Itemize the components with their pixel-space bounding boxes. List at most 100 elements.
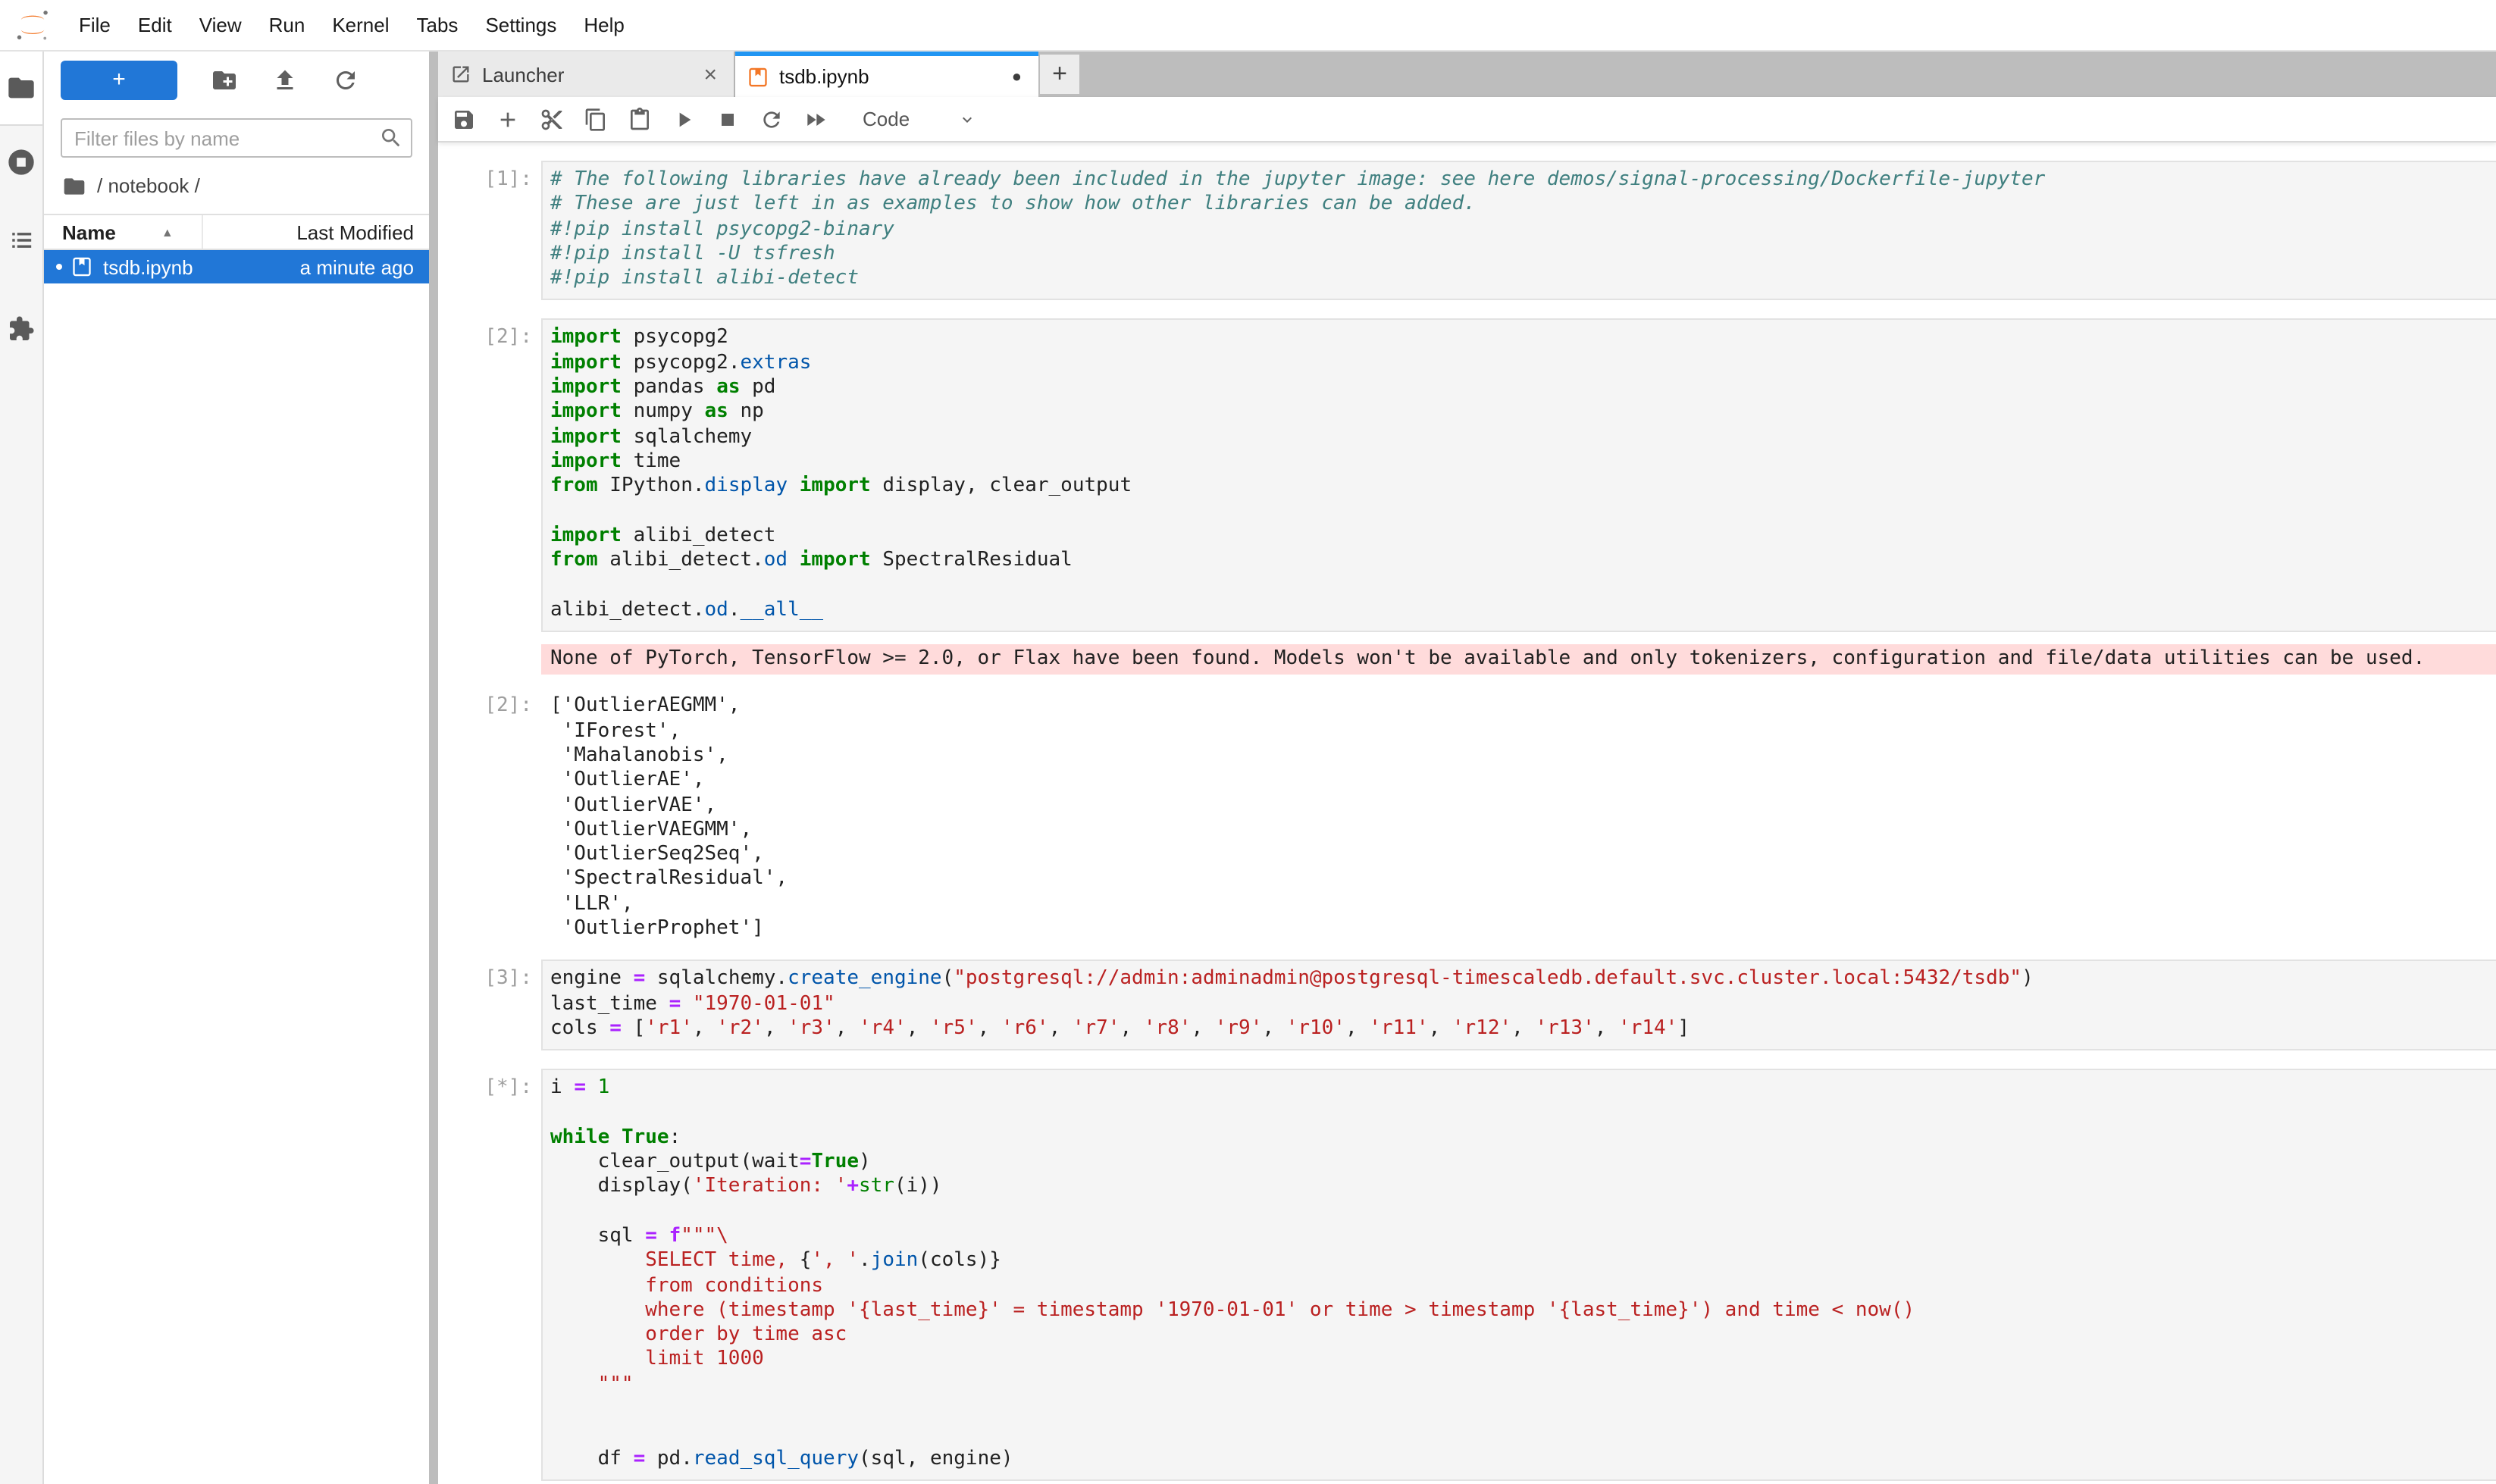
code-line	[550, 1200, 2496, 1225]
run-icon[interactable]	[672, 107, 696, 131]
save-icon[interactable]	[452, 107, 476, 131]
activity-bar	[0, 52, 44, 1484]
tab-tsdb-ipynb[interactable]: tsdb.ipynb ●	[735, 52, 1038, 97]
refresh-icon[interactable]	[332, 66, 359, 93]
stop-icon[interactable]	[716, 107, 740, 131]
file-name: tsdb.ipynb	[103, 255, 193, 278]
file-filter	[61, 118, 412, 158]
code-token: ,	[907, 1017, 930, 1040]
code-line	[550, 499, 2496, 524]
code-line: import numpy as np	[550, 401, 2496, 426]
code-line: # The following libraries have already b…	[550, 168, 2496, 193]
jupyter-logo-icon	[14, 6, 52, 44]
code-token: 'r13'	[1535, 1017, 1594, 1040]
code-token: str	[859, 1176, 894, 1198]
menu-item-file[interactable]: File	[65, 0, 124, 50]
running-kernels-icon[interactable]	[6, 147, 36, 177]
table-of-contents-icon[interactable]	[8, 227, 34, 253]
menu-item-run[interactable]: Run	[255, 0, 319, 50]
cell-editor[interactable]: import psycopg2import psycopg2.extrasimp…	[541, 319, 2496, 632]
code-line: from IPython.display import display, cle…	[550, 475, 2496, 500]
code-token: 'r4'	[859, 1017, 907, 1040]
breadcrumb-path: / notebook /	[97, 174, 200, 197]
cell-type-dropdown[interactable]: Code	[863, 108, 976, 130]
code-token: import	[550, 401, 622, 424]
restart-run-all-icon[interactable]	[803, 107, 828, 131]
tab-launcher[interactable]: Launcher ×	[438, 52, 735, 97]
column-header-last-modified[interactable]: Last Modified	[202, 215, 429, 249]
code-token: .	[728, 599, 741, 621]
code-token: psycopg2.	[622, 352, 741, 374]
filter-files-input[interactable]	[61, 118, 412, 158]
code-token: import	[550, 352, 622, 374]
code-token: (cols)}	[918, 1250, 1001, 1273]
code-line: alibi_detect.od.__all__	[550, 599, 2496, 624]
new-launcher-button[interactable]: +	[61, 60, 177, 99]
sort-ascending-icon: ▲	[161, 225, 174, 239]
add-cell-icon[interactable]	[496, 107, 520, 131]
main-dock-panel: Launcher × tsdb.ipynb ● +	[438, 52, 2496, 1484]
code-line	[550, 1398, 2496, 1423]
cell-input-row: [2]:import psycopg2import psycopg2.extra…	[438, 319, 2496, 632]
code-token: # These are just left in as examples to …	[550, 193, 1476, 216]
panel-resize-handle[interactable]	[429, 52, 438, 1484]
extensions-puzzle-icon[interactable]	[8, 315, 35, 343]
code-line: import psycopg2.extras	[550, 352, 2496, 377]
code-token: 'Iteration: '	[693, 1176, 847, 1198]
code-token: ', '	[811, 1250, 859, 1273]
code-token: #!pip install psycopg2-binary	[550, 218, 894, 240]
cell-editor[interactable]: engine = sqlalchemy.create_engine("postg…	[541, 960, 2496, 1051]
code-token: 'r12'	[1452, 1017, 1511, 1040]
code-line: import psycopg2	[550, 327, 2496, 352]
cell-editor[interactable]: i = 1 while True: clear_output(wait=True…	[541, 1069, 2496, 1481]
code-line: last_time = "1970-01-01"	[550, 992, 2496, 1017]
code-token: ,	[764, 1017, 788, 1040]
code-token: last_time	[550, 992, 669, 1015]
code-token: =	[800, 1151, 812, 1173]
code-token: import	[550, 450, 622, 473]
cut-icon[interactable]	[540, 107, 564, 131]
code-token: 'r2'	[716, 1017, 764, 1040]
code-token: create_engine	[788, 968, 942, 991]
column-header-name[interactable]: Name ▲	[44, 221, 202, 243]
notebook-cells: [1]: # The following libraries have alrea…	[438, 142, 2496, 1484]
cell-editor[interactable]: # The following libraries have already b…	[541, 161, 2496, 301]
new-folder-icon[interactable]	[211, 66, 238, 93]
file-list-header: Name ▲ Last Modified	[44, 214, 429, 250]
breadcrumb[interactable]: / notebook /	[44, 165, 429, 206]
restart-kernel-icon[interactable]	[759, 107, 784, 131]
cell-output-row: None of PyTorch, TensorFlow >= 2.0, or F…	[438, 644, 2496, 675]
code-token: 'r3'	[788, 1017, 835, 1040]
notebook-cell: [*]:i = 1 while True: clear_output(wait=…	[438, 1069, 2496, 1481]
chevron-down-icon	[958, 110, 976, 128]
menu-item-tabs[interactable]: Tabs	[403, 0, 472, 50]
file-row-tsdb-ipynb[interactable]: tsdb.ipynb a minute ago	[44, 250, 429, 283]
close-icon[interactable]: ×	[699, 61, 722, 87]
menu-item-view[interactable]: View	[186, 0, 255, 50]
copy-icon[interactable]	[584, 107, 608, 131]
paste-icon[interactable]	[628, 107, 652, 131]
cell-prompt: [1]:	[438, 161, 541, 301]
code-token: pd.	[645, 1447, 693, 1470]
sidebar-tab-file-browser[interactable]	[0, 52, 42, 126]
menu-item-edit[interactable]: Edit	[124, 0, 186, 50]
notebook-cell: [1]: # The following libraries have alrea…	[438, 161, 2496, 301]
cell-prompt: [3]:	[438, 960, 541, 1051]
code-token: import	[800, 475, 871, 498]
menu-item-settings[interactable]: Settings	[471, 0, 570, 50]
code-token: #!pip install alibi-detect	[550, 267, 859, 290]
code-token: 'r10'	[1286, 1017, 1345, 1040]
unsaved-dot-icon[interactable]: ●	[1007, 67, 1026, 86]
upload-icon[interactable]	[271, 66, 299, 93]
code-token: =	[574, 1076, 586, 1099]
new-tab-button[interactable]: +	[1040, 55, 1079, 94]
menu-item-help[interactable]: Help	[570, 0, 638, 50]
code-line: engine = sqlalchemy.create_engine("postg…	[550, 968, 2496, 993]
menu-item-kernel[interactable]: Kernel	[318, 0, 402, 50]
code-token: ,	[1511, 1017, 1535, 1040]
code-token: sqlalchemy	[622, 425, 752, 448]
code-token: i	[550, 1076, 574, 1099]
stderr-output: None of PyTorch, TensorFlow >= 2.0, or F…	[541, 644, 2496, 675]
code-token: "postgresql://admin:adminadmin@postgresq…	[954, 968, 2022, 991]
code-line: display('Iteration: '+str(i))	[550, 1176, 2496, 1201]
